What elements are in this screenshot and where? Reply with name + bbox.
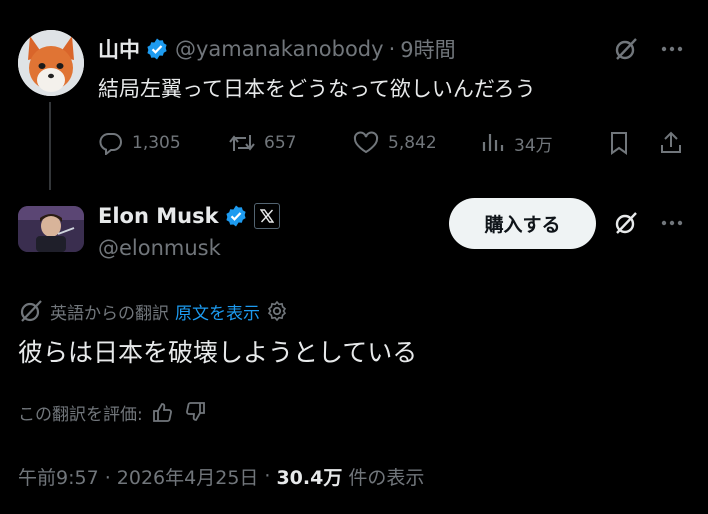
tweet-timestamp[interactable]: 午前9:57 · 2026年4月25日: [18, 463, 258, 490]
share-icon: [661, 131, 681, 153]
like-icon: [353, 131, 379, 154]
fox-avatar-image: [18, 30, 84, 96]
bookmark-icon: [611, 132, 627, 155]
translate-icon: [20, 300, 42, 322]
reply-count: 1,305: [132, 133, 181, 153]
translated-from-label: 英語からの翻訳: [50, 303, 169, 324]
verified-badge-icon[interactable]: [145, 37, 169, 61]
parent-handle[interactable]: @yamanakanobody: [175, 37, 384, 61]
parent-tweet-text: 結局左翼って日本をどうなって欲しいんだろう: [98, 77, 536, 101]
like-count: 5,842: [388, 133, 437, 153]
parent-display-name[interactable]: 山中: [98, 34, 140, 64]
parent-action-bar: 1,305 657 5,842 34万: [98, 126, 688, 160]
rate-translation-row: この翻訳を評価:: [18, 396, 211, 428]
rate-translation-label: この翻訳を評価:: [18, 404, 143, 425]
thumbs-up-icon: [152, 403, 172, 422]
bookmark-button[interactable]: [607, 126, 639, 160]
tweet-meta-row: 午前9:57 · 2026年4月25日 · 30.4万 件の表示: [18, 459, 424, 493]
reply-tweet-text: 彼らは日本を破壊しようとしている: [18, 338, 418, 367]
reply-name-row: Elon Musk: [98, 199, 280, 233]
verified-badge-icon[interactable]: [224, 204, 248, 228]
views-icon: [482, 134, 504, 151]
buy-button[interactable]: 購入する: [449, 198, 596, 249]
views-count: 34万: [514, 135, 553, 156]
parent-tweet-header: 山中 @yamanakanobody · 9時間: [98, 32, 456, 66]
avatar-yamanaka[interactable]: [18, 30, 84, 96]
reply-handle[interactable]: @elonmusk: [98, 236, 221, 260]
avatar-elonmusk[interactable]: [18, 206, 84, 252]
parent-header-actions: [610, 33, 688, 65]
reply-display-name[interactable]: Elon Musk: [98, 204, 219, 228]
parent-time[interactable]: 9時間: [400, 34, 455, 64]
grok-icon[interactable]: [610, 207, 642, 239]
meta-separator: ·: [264, 465, 271, 487]
reply-icon: [99, 133, 122, 155]
share-button[interactable]: [658, 126, 692, 160]
show-original-link[interactable]: 原文を表示: [175, 299, 260, 324]
reply-header-actions: [610, 207, 688, 239]
tweet-view-label: 件の表示: [348, 466, 425, 489]
reply-button[interactable]: 1,305: [98, 126, 181, 160]
more-icon[interactable]: [656, 33, 688, 65]
settings-icon[interactable]: [266, 300, 288, 322]
elon-avatar-image: [18, 206, 84, 252]
thumbs-up-button[interactable]: [147, 396, 177, 428]
tweet-view-count: 30.4万: [276, 466, 343, 489]
repost-button[interactable]: 657: [228, 126, 296, 160]
repost-count: 657: [264, 133, 297, 153]
translation-info-row: 英語からの翻訳 原文を表示: [18, 296, 294, 326]
thumbs-down-button[interactable]: [181, 396, 211, 428]
header-separator: ·: [388, 37, 396, 61]
like-button[interactable]: 5,842: [352, 126, 437, 160]
thread-connector-line: [49, 102, 51, 190]
repost-icon: [229, 135, 255, 151]
x-logo-icon[interactable]: [253, 203, 280, 229]
views-button[interactable]: 34万: [480, 126, 553, 160]
thumbs-down-icon: [185, 402, 205, 421]
grok-icon[interactable]: [610, 33, 642, 65]
more-icon[interactable]: [656, 207, 688, 239]
